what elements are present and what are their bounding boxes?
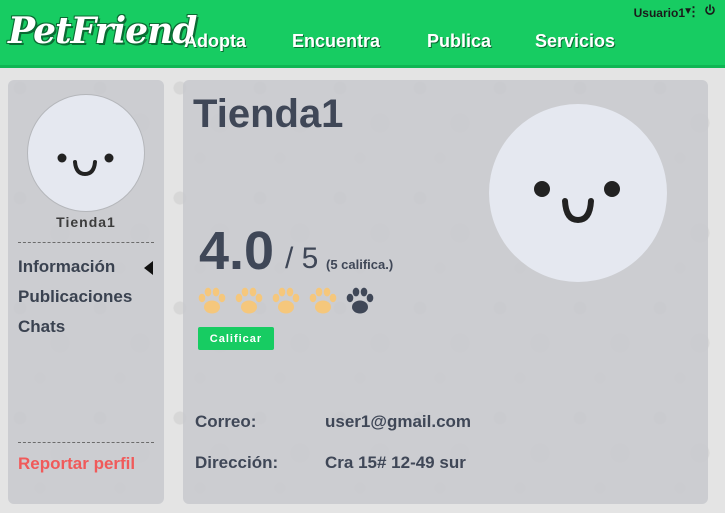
top-navbar: PetFriend Adopta Encuentra Publica Servi…	[0, 0, 725, 68]
paw-filled-icon	[272, 287, 300, 314]
divider	[18, 442, 154, 443]
email-label: Correo:	[195, 412, 257, 431]
report-profile-link[interactable]: Reportar perfil	[18, 454, 135, 474]
nav-adopta[interactable]: Adopta	[184, 31, 246, 52]
paw-filled-icon	[309, 287, 337, 314]
paw-filled-icon	[235, 287, 263, 314]
nav-servicios[interactable]: Servicios	[535, 31, 615, 52]
sidebar-item-chats[interactable]: Chats	[18, 317, 65, 337]
nav-publica[interactable]: Publica	[427, 31, 491, 52]
rating-value: 4.0	[199, 221, 275, 281]
power-icon[interactable]	[704, 4, 716, 16]
kebab-menu-icon[interactable]: ⋮	[687, 4, 700, 20]
smiley-face-icon	[57, 153, 114, 177]
page-title: Tienda1	[193, 92, 344, 136]
address-label: Dirección:	[195, 453, 279, 472]
sidebar-item-publicaciones[interactable]: Publicaciones	[18, 287, 132, 307]
rating-count: (5 califica.)	[326, 257, 394, 272]
email-value: user1@gmail.com	[325, 412, 472, 431]
logo[interactable]: PetFriend	[8, 10, 197, 52]
active-indicator-icon	[144, 261, 153, 275]
paw-filled-icon	[198, 287, 226, 314]
rating-max: / 5	[285, 242, 319, 275]
nav-encuentra[interactable]: Encuentra	[292, 31, 380, 52]
rate-button[interactable]: Calificar	[198, 327, 274, 350]
user-menu-label[interactable]: Usuario1	[634, 6, 685, 20]
avatar	[27, 94, 145, 212]
divider	[18, 242, 154, 243]
paw-empty-icon	[346, 287, 374, 314]
store-name: Tienda1	[56, 214, 116, 230]
profile-avatar	[489, 104, 667, 282]
smiley-face-icon	[534, 181, 620, 224]
address-value: Cra 15# 12-49 sur	[325, 453, 466, 472]
profile-sidebar: Tienda1 Información Publicaciones Chats …	[8, 80, 164, 504]
profile-main-panel: Tienda1 4.0 / 5 (5 califica.) Calificar …	[183, 80, 708, 504]
sidebar-item-informacion[interactable]: Información	[18, 257, 115, 277]
